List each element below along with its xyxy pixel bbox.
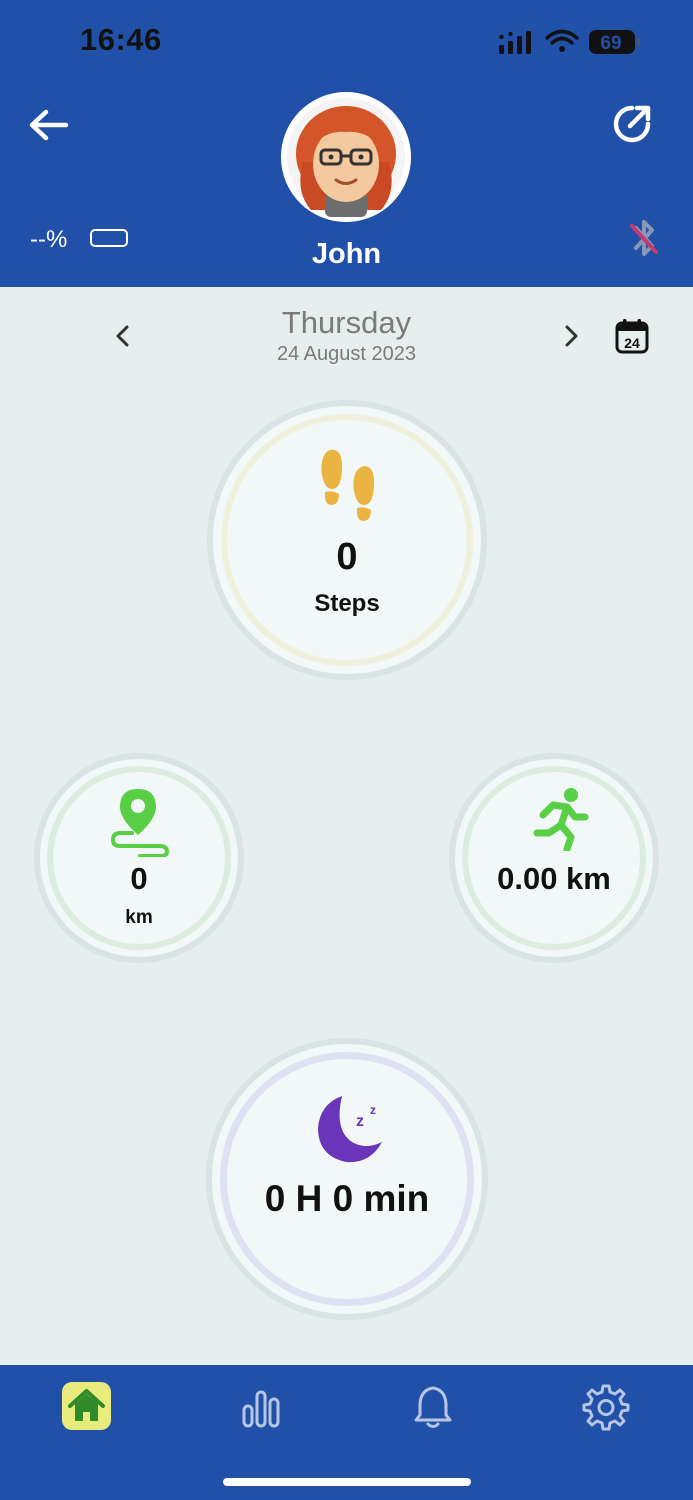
- day-name: Thursday: [281, 305, 412, 340]
- home-icon: [68, 1389, 105, 1421]
- distance-unit: km: [125, 907, 153, 928]
- profile-header: 16:46 69 John --%: [0, 0, 693, 287]
- running-icon: [533, 788, 589, 851]
- gear-icon: [582, 1384, 630, 1431]
- footprints-icon: [321, 449, 374, 521]
- calendar-day-number: 24: [624, 335, 640, 351]
- back-arrow-icon[interactable]: [26, 102, 72, 148]
- signal-icon: [499, 31, 531, 54]
- activity-value: 0.00 km: [497, 861, 611, 896]
- svg-text:z: z: [370, 1103, 376, 1117]
- steps-label: Steps: [314, 590, 380, 617]
- wifi-icon: [545, 29, 579, 52]
- home-indicator: [223, 1478, 471, 1486]
- activity-card[interactable]: 0.00 km: [449, 753, 659, 963]
- svg-text:z: z: [356, 1113, 364, 1130]
- calendar-icon[interactable]: 24: [614, 317, 650, 355]
- distance-value: 0: [130, 861, 148, 896]
- device-battery-icon: [90, 229, 128, 247]
- sleep-value: 0 H 0 min: [264, 1178, 430, 1219]
- bluetooth-disconnected-icon[interactable]: [624, 216, 664, 260]
- next-day-icon[interactable]: [556, 318, 586, 354]
- tab-notifications[interactable]: [408, 1382, 458, 1432]
- sleep-moon-icon: z z: [318, 1096, 382, 1163]
- status-time: 16:46: [80, 22, 162, 57]
- share-icon[interactable]: [608, 100, 656, 148]
- date-text: 24 August 2023: [276, 343, 416, 365]
- distance-card[interactable]: 0 km: [34, 753, 244, 963]
- bell-icon: [414, 1386, 452, 1428]
- steps-value: 0: [336, 536, 358, 578]
- phone-battery-icon: 69: [589, 30, 640, 54]
- sleep-card[interactable]: z z 0 H 0 min: [206, 1038, 488, 1320]
- avatar[interactable]: [281, 92, 411, 222]
- avatar-illustration: [281, 92, 411, 222]
- tab-settings[interactable]: [581, 1382, 631, 1432]
- route-pin-icon: [110, 789, 170, 857]
- tab-statistics[interactable]: [236, 1382, 286, 1432]
- status-icons: 69: [499, 29, 640, 54]
- device-battery-text: --%: [30, 226, 68, 253]
- phone-battery-level: 69: [600, 33, 621, 54]
- steps-card[interactable]: 0 Steps: [207, 400, 487, 680]
- bar-chart-icon: [242, 1390, 280, 1428]
- tab-home[interactable]: [62, 1382, 111, 1430]
